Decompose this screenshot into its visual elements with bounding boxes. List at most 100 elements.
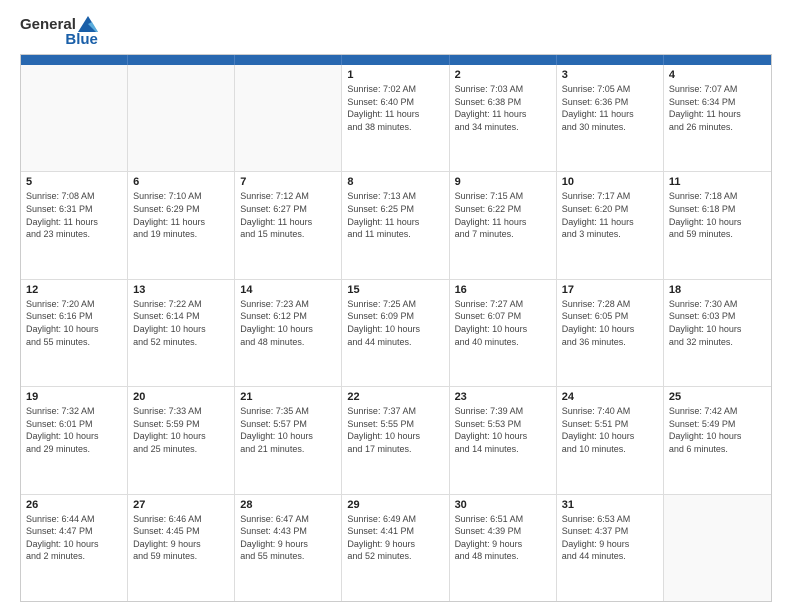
cell-info: Sunrise: 6:47 AM Sunset: 4:43 PM Dayligh… <box>240 513 336 563</box>
day-number: 20 <box>133 391 229 403</box>
header: GeneralBlue <box>20 16 772 48</box>
calendar-cell: 31 Sunrise: 6:53 AM Sunset: 4:37 PM Dayli… <box>557 495 664 601</box>
day-number: 30 <box>455 499 551 511</box>
cell-info: Sunrise: 7:33 AM Sunset: 5:59 PM Dayligh… <box>133 405 229 455</box>
day-number: 1 <box>347 69 443 81</box>
calendar-cell: 14 Sunrise: 7:23 AM Sunset: 6:12 PM Dayli… <box>235 280 342 386</box>
calendar-cell <box>128 65 235 171</box>
calendar-cell: 26 Sunrise: 6:44 AM Sunset: 4:47 PM Dayli… <box>21 495 128 601</box>
cell-info: Sunrise: 7:23 AM Sunset: 6:12 PM Dayligh… <box>240 298 336 348</box>
weekday-friday <box>557 55 664 65</box>
day-number: 26 <box>26 499 122 511</box>
cell-info: Sunrise: 7:40 AM Sunset: 5:51 PM Dayligh… <box>562 405 658 455</box>
day-number: 29 <box>347 499 443 511</box>
calendar-cell: 17 Sunrise: 7:28 AM Sunset: 6:05 PM Dayli… <box>557 280 664 386</box>
calendar-cell: 6 Sunrise: 7:10 AM Sunset: 6:29 PM Daylig… <box>128 172 235 278</box>
day-number: 16 <box>455 284 551 296</box>
cell-info: Sunrise: 7:12 AM Sunset: 6:27 PM Dayligh… <box>240 190 336 240</box>
calendar-cell: 10 Sunrise: 7:17 AM Sunset: 6:20 PM Dayli… <box>557 172 664 278</box>
calendar-cell: 27Sunrise: 6:46 AM Sunset: 4:45 PM Dayli… <box>128 495 235 601</box>
calendar-cell: 22 Sunrise: 7:37 AM Sunset: 5:55 PM Dayli… <box>342 387 449 493</box>
calendar-cell <box>664 495 771 601</box>
calendar-cell: 3 Sunrise: 7:05 AM Sunset: 6:36 PM Daylig… <box>557 65 664 171</box>
calendar-row-2: 5Sunrise: 7:08 AM Sunset: 6:31 PM Daylig… <box>21 172 771 279</box>
day-number: 18 <box>669 284 766 296</box>
day-number: 8 <box>347 176 443 188</box>
day-number: 21 <box>240 391 336 403</box>
calendar-cell: 2Sunrise: 7:03 AM Sunset: 6:38 PM Daylig… <box>450 65 557 171</box>
calendar-cell: 24 Sunrise: 7:40 AM Sunset: 5:51 PM Dayli… <box>557 387 664 493</box>
calendar-cell: 29 Sunrise: 6:49 AM Sunset: 4:41 PM Dayli… <box>342 495 449 601</box>
cell-info: Sunrise: 6:46 AM Sunset: 4:45 PM Dayligh… <box>133 513 229 563</box>
calendar-row-5: 26 Sunrise: 6:44 AM Sunset: 4:47 PM Dayli… <box>21 495 771 601</box>
day-number: 10 <box>562 176 658 188</box>
page: GeneralBlue 1Sunrise: 7:02 AM Sunset: 6:… <box>0 0 792 612</box>
calendar-cell: 19 Sunrise: 7:32 AM Sunset: 6:01 PM Dayli… <box>21 387 128 493</box>
calendar-cell: 5Sunrise: 7:08 AM Sunset: 6:31 PM Daylig… <box>21 172 128 278</box>
weekday-monday <box>128 55 235 65</box>
calendar-cell: 25Sunrise: 7:42 AM Sunset: 5:49 PM Dayli… <box>664 387 771 493</box>
calendar-header <box>21 55 771 65</box>
cell-info: Sunrise: 6:53 AM Sunset: 4:37 PM Dayligh… <box>562 513 658 563</box>
calendar-cell: 4Sunrise: 7:07 AM Sunset: 6:34 PM Daylig… <box>664 65 771 171</box>
calendar-body: 1Sunrise: 7:02 AM Sunset: 6:40 PM Daylig… <box>21 65 771 601</box>
cell-info: Sunrise: 7:32 AM Sunset: 6:01 PM Dayligh… <box>26 405 122 455</box>
day-number: 31 <box>562 499 658 511</box>
calendar-cell: 15 Sunrise: 7:25 AM Sunset: 6:09 PM Dayli… <box>342 280 449 386</box>
cell-info: Sunrise: 7:10 AM Sunset: 6:29 PM Dayligh… <box>133 190 229 240</box>
weekday-sunday <box>21 55 128 65</box>
cell-info: Sunrise: 7:03 AM Sunset: 6:38 PM Dayligh… <box>455 83 551 133</box>
calendar-cell: 9Sunrise: 7:15 AM Sunset: 6:22 PM Daylig… <box>450 172 557 278</box>
calendar-cell: 30 Sunrise: 6:51 AM Sunset: 4:39 PM Dayli… <box>450 495 557 601</box>
cell-info: Sunrise: 6:44 AM Sunset: 4:47 PM Dayligh… <box>26 513 122 563</box>
cell-info: Sunrise: 6:51 AM Sunset: 4:39 PM Dayligh… <box>455 513 551 563</box>
calendar-cell: 12Sunrise: 7:20 AM Sunset: 6:16 PM Dayli… <box>21 280 128 386</box>
cell-info: Sunrise: 7:37 AM Sunset: 5:55 PM Dayligh… <box>347 405 443 455</box>
cell-info: Sunrise: 7:25 AM Sunset: 6:09 PM Dayligh… <box>347 298 443 348</box>
day-number: 19 <box>26 391 122 403</box>
cell-info: Sunrise: 7:20 AM Sunset: 6:16 PM Dayligh… <box>26 298 122 348</box>
calendar-cell <box>21 65 128 171</box>
logo: GeneralBlue <box>20 16 98 48</box>
cell-info: Sunrise: 7:18 AM Sunset: 6:18 PM Dayligh… <box>669 190 766 240</box>
calendar-cell: 8 Sunrise: 7:13 AM Sunset: 6:25 PM Daylig… <box>342 172 449 278</box>
cell-info: Sunrise: 7:35 AM Sunset: 5:57 PM Dayligh… <box>240 405 336 455</box>
cell-info: Sunrise: 6:49 AM Sunset: 4:41 PM Dayligh… <box>347 513 443 563</box>
day-number: 13 <box>133 284 229 296</box>
day-number: 3 <box>562 69 658 81</box>
calendar-cell: 16 Sunrise: 7:27 AM Sunset: 6:07 PM Dayli… <box>450 280 557 386</box>
cell-info: Sunrise: 7:17 AM Sunset: 6:20 PM Dayligh… <box>562 190 658 240</box>
calendar-cell: 13 Sunrise: 7:22 AM Sunset: 6:14 PM Dayli… <box>128 280 235 386</box>
cell-info: Sunrise: 7:08 AM Sunset: 6:31 PM Dayligh… <box>26 190 122 240</box>
calendar-cell: 21 Sunrise: 7:35 AM Sunset: 5:57 PM Dayli… <box>235 387 342 493</box>
day-number: 22 <box>347 391 443 403</box>
calendar-cell <box>235 65 342 171</box>
cell-info: Sunrise: 7:22 AM Sunset: 6:14 PM Dayligh… <box>133 298 229 348</box>
day-number: 6 <box>133 176 229 188</box>
cell-info: Sunrise: 7:30 AM Sunset: 6:03 PM Dayligh… <box>669 298 766 348</box>
cell-info: Sunrise: 7:05 AM Sunset: 6:36 PM Dayligh… <box>562 83 658 133</box>
cell-info: Sunrise: 7:27 AM Sunset: 6:07 PM Dayligh… <box>455 298 551 348</box>
cell-info: Sunrise: 7:13 AM Sunset: 6:25 PM Dayligh… <box>347 190 443 240</box>
cell-info: Sunrise: 7:28 AM Sunset: 6:05 PM Dayligh… <box>562 298 658 348</box>
day-number: 14 <box>240 284 336 296</box>
day-number: 9 <box>455 176 551 188</box>
weekday-saturday <box>664 55 771 65</box>
weekday-thursday <box>450 55 557 65</box>
calendar-cell: 20 Sunrise: 7:33 AM Sunset: 5:59 PM Dayli… <box>128 387 235 493</box>
calendar-cell: 18 Sunrise: 7:30 AM Sunset: 6:03 PM Dayli… <box>664 280 771 386</box>
calendar-cell: 7 Sunrise: 7:12 AM Sunset: 6:27 PM Daylig… <box>235 172 342 278</box>
weekday-wednesday <box>342 55 449 65</box>
weekday-tuesday <box>235 55 342 65</box>
day-number: 24 <box>562 391 658 403</box>
calendar-row-3: 12Sunrise: 7:20 AM Sunset: 6:16 PM Dayli… <box>21 280 771 387</box>
cell-info: Sunrise: 7:07 AM Sunset: 6:34 PM Dayligh… <box>669 83 766 133</box>
cell-info: Sunrise: 7:42 AM Sunset: 5:49 PM Dayligh… <box>669 405 766 455</box>
calendar-row-4: 19 Sunrise: 7:32 AM Sunset: 6:01 PM Dayli… <box>21 387 771 494</box>
day-number: 17 <box>562 284 658 296</box>
day-number: 15 <box>347 284 443 296</box>
cell-info: Sunrise: 7:39 AM Sunset: 5:53 PM Dayligh… <box>455 405 551 455</box>
calendar-cell: 28Sunrise: 6:47 AM Sunset: 4:43 PM Dayli… <box>235 495 342 601</box>
day-number: 7 <box>240 176 336 188</box>
day-number: 11 <box>669 176 766 188</box>
